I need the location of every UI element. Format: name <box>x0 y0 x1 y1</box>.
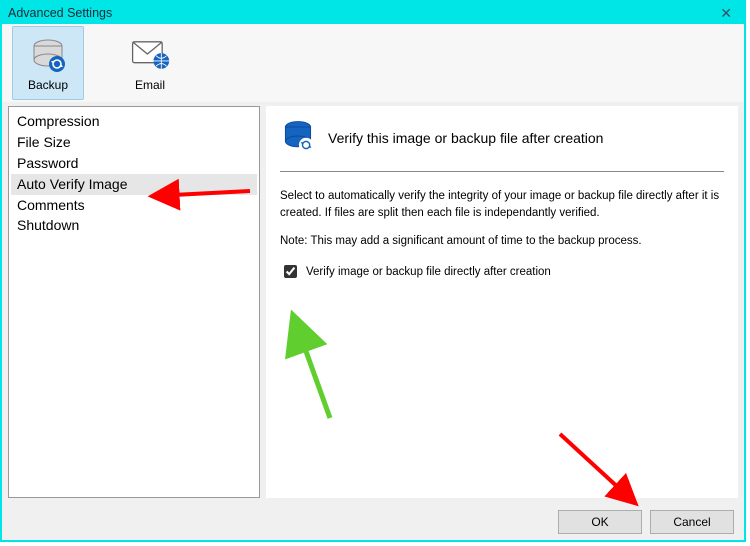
disk-backup-icon <box>28 34 68 74</box>
toolbar-tab-backup-label: Backup <box>28 78 68 92</box>
toolbar-tab-backup[interactable]: Backup <box>12 26 84 100</box>
verify-checkbox-row[interactable]: Verify image or backup file directly aft… <box>280 262 724 281</box>
advanced-settings-dialog: Advanced Settings ✕ Backup <box>0 0 746 542</box>
dialog-footer: OK Cancel <box>2 504 744 540</box>
close-icon[interactable]: ✕ <box>714 5 738 22</box>
list-item-auto-verify-image[interactable]: Auto Verify Image <box>11 174 257 195</box>
settings-category-list: Compression File Size Password Auto Veri… <box>8 106 260 498</box>
titlebar: Advanced Settings ✕ <box>2 2 744 24</box>
settings-detail-panel: Verify this image or backup file after c… <box>266 106 738 498</box>
detail-description-1: Select to automatically verify the integ… <box>280 188 724 221</box>
toolbar-tab-email[interactable]: Email <box>114 26 186 100</box>
detail-title: Verify this image or backup file after c… <box>328 130 603 146</box>
detail-header: Verify this image or backup file after c… <box>280 118 724 171</box>
disk-verify-icon <box>280 118 316 157</box>
toolbar: Backup Email <box>2 24 744 102</box>
list-item-password[interactable]: Password <box>11 153 257 174</box>
ok-button[interactable]: OK <box>558 510 642 534</box>
list-item-file-size[interactable]: File Size <box>11 132 257 153</box>
cancel-button[interactable]: Cancel <box>650 510 734 534</box>
divider <box>280 171 724 172</box>
list-item-comments[interactable]: Comments <box>11 195 257 216</box>
verify-checkbox-label: Verify image or backup file directly aft… <box>306 266 551 278</box>
window-title: Advanced Settings <box>8 6 112 20</box>
verify-checkbox[interactable] <box>284 265 297 278</box>
content-area: Compression File Size Password Auto Veri… <box>2 102 744 504</box>
email-globe-icon <box>130 34 170 74</box>
list-item-shutdown[interactable]: Shutdown <box>11 215 257 236</box>
detail-description-2: Note: This may add a significant amount … <box>280 233 724 250</box>
toolbar-tab-email-label: Email <box>135 78 165 92</box>
list-item-compression[interactable]: Compression <box>11 111 257 132</box>
